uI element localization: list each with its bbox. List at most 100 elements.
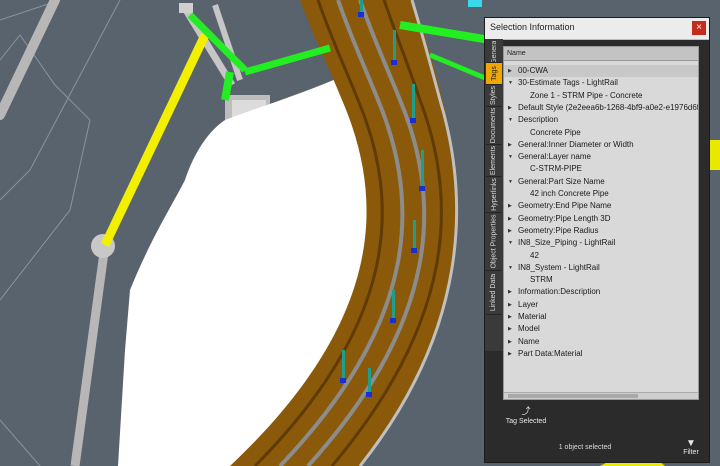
tree-row[interactable]: ▶ Material [504, 311, 698, 323]
vertical-tab-strip: General Tags Styles Documents Elements Hyperl… [485, 39, 503, 351]
tree-row-label: Geometry:Pipe Length 3D [518, 213, 611, 223]
tree-row[interactable]: ▶ General:Inner Diameter or Width [504, 139, 698, 151]
tree-row-label: General:Inner Diameter or Width [518, 139, 634, 149]
tree-row[interactable]: ▶ Geometry:Pipe Radius [504, 225, 698, 237]
tree-row[interactable]: ▶ Geometry:End Pipe Name [504, 200, 698, 212]
tab-label: Documents [490, 107, 498, 144]
chevron-right-icon[interactable]: ▶ [508, 102, 512, 114]
tab-documents[interactable]: Documents [486, 107, 502, 145]
chevron-down-icon[interactable]: ▼ [508, 77, 513, 89]
tree-row-label: General:Layer name [518, 152, 591, 162]
chevron-right-icon[interactable]: ▶ [508, 348, 512, 360]
panel-titlebar[interactable]: Selection Information × [485, 18, 709, 40]
tag-selected-button[interactable]: ⤴ Tag Selected [501, 406, 551, 425]
tree-row-label: Part Data:Material [518, 348, 583, 358]
chevron-right-icon[interactable]: ▶ [508, 323, 512, 335]
tree-row-label: IN8_Size_Piping - LightRail [518, 238, 616, 248]
tree-row-label: Name [518, 336, 540, 346]
tree-row-label: Geometry:Pipe Radius [518, 225, 599, 235]
tree-row[interactable]: STRM [504, 274, 698, 286]
tree-row[interactable]: ▼ Description [504, 114, 698, 126]
filter-button[interactable]: ▼ Filter [679, 438, 703, 456]
tab-label: General [490, 41, 498, 63]
tree-row[interactable]: ▶ Model [504, 323, 698, 335]
chevron-right-icon[interactable]: ▶ [508, 213, 512, 225]
tree-row[interactable]: Zone 1 - STRM Pipe - Concrete [504, 90, 698, 102]
tree-row[interactable]: ▶ Default Style (2e2eea6b-1268-4bf9-a0e2-… [504, 102, 698, 114]
tree-row-label: Information:Description [518, 287, 601, 297]
close-icon[interactable]: × [696, 22, 702, 33]
tab-label: Linked Data [490, 273, 498, 312]
chevron-right-icon[interactable]: ▶ [508, 286, 512, 298]
tree-row[interactable]: ▶ Layer [504, 299, 698, 311]
tree-row[interactable]: Concrete Pipe [504, 127, 698, 139]
close-button[interactable]: × [692, 21, 706, 35]
tab-elements[interactable]: Elements [486, 145, 502, 177]
tab-label: Object Properties [490, 214, 498, 269]
tree-row-label: Geometry:End Pipe Name [518, 201, 612, 211]
chevron-down-icon[interactable]: ▼ [508, 151, 513, 163]
tree-row-label: STRM [530, 275, 553, 285]
tree-row-label: Layer [518, 299, 539, 309]
tree-row[interactable]: ▼ General:Layer name [504, 151, 698, 163]
tree-row[interactable]: ▼ IN8_Size_Piping - LightRail [504, 237, 698, 249]
chevron-right-icon[interactable]: ▶ [508, 200, 512, 212]
tree-row-label: Model [518, 324, 540, 334]
tab-label: Hyperlinks [490, 178, 498, 211]
chevron-down-icon[interactable]: ▼ [508, 176, 513, 188]
tab-label: Styles [490, 85, 498, 106]
tree-row[interactable]: ▼ 30-Estimate Tags - LightRail [504, 77, 698, 89]
chevron-down-icon[interactable]: ▼ [508, 114, 513, 126]
tree-row-label: 42 inch Concrete Pipe [530, 189, 609, 198]
chevron-down-icon[interactable]: ▼ [508, 237, 513, 249]
chevron-right-icon[interactable]: ▶ [508, 65, 512, 77]
chevron-right-icon[interactable]: ▶ [508, 299, 512, 311]
tree-row[interactable]: ▶ Information:Description [504, 286, 698, 298]
tree-row-label: Default Style (2e2eea6b-1268-4bf9-a0e2-e… [518, 102, 699, 112]
tree-row-label: General:Part Size Name [518, 176, 605, 186]
tree-row[interactable]: 42 [504, 250, 698, 262]
tree-row-label: 00-CWA [518, 66, 548, 75]
tag-selected-icon: ⤴ [521, 406, 531, 416]
tree-row-label: Zone 1 - STRM Pipe - Concrete [530, 90, 643, 100]
column-header-name[interactable]: Name [504, 47, 698, 61]
tree-row[interactable]: ▼ IN8_System - LightRail [504, 262, 698, 274]
tab-linked-data[interactable]: Linked Data [486, 271, 502, 315]
tab-styles[interactable]: Styles [486, 85, 502, 107]
chevron-right-icon[interactable]: ▶ [508, 225, 512, 237]
tree-row-label: C-STRM-PIPE [530, 164, 582, 174]
tree-row-label: Description [518, 115, 559, 125]
tree-row[interactable]: ▶ Name [504, 336, 698, 348]
tag-selected-label: Tag Selected [505, 418, 547, 425]
tree-row[interactable]: ▼ General:Part Size Name [504, 176, 698, 188]
tree-row[interactable]: C-STRM-PIPE [504, 163, 698, 175]
tab-tags[interactable]: Tags [486, 63, 502, 85]
tree-row[interactable]: ▶ Geometry:Pipe Length 3D [504, 213, 698, 225]
tree-row-label: Material [518, 312, 547, 321]
cyan-object [468, 0, 482, 7]
horizontal-scrollbar[interactable] [504, 392, 698, 399]
chevron-right-icon[interactable]: ▶ [508, 139, 512, 151]
tab-object-properties[interactable]: Object Properties [486, 213, 502, 271]
chevron-right-icon[interactable]: ▶ [508, 336, 512, 348]
filter-icon: ▼ [686, 438, 696, 449]
filter-label: Filter [683, 449, 699, 456]
tab-label: Tags [490, 66, 498, 81]
panel-title: Selection Information [490, 22, 575, 32]
tab-general[interactable]: General [486, 41, 502, 63]
tree-row[interactable]: 42 inch Concrete Pipe [504, 188, 698, 200]
tab-hyperlinks[interactable]: Hyperlinks [486, 177, 502, 213]
scrollbar-thumb[interactable] [508, 394, 638, 398]
status-text: 1 object selected [558, 444, 612, 451]
tree-row-label: Concrete Pipe [530, 127, 581, 137]
tag-tree[interactable]: Name ▶ 00-CWA ▼ 30-Estimate Tags - LightRai… [503, 46, 699, 400]
selection-information-panel: Selection Information × General Tags Style… [484, 17, 710, 463]
chevron-down-icon[interactable]: ▼ [508, 262, 513, 274]
yellow-fragment [710, 140, 720, 170]
tab-label: Elements [490, 145, 498, 176]
tree-row[interactable]: ▶ Part Data:Material [504, 348, 698, 360]
tree-row-label: 30-Estimate Tags - LightRail [518, 78, 618, 88]
chevron-right-icon[interactable]: ▶ [508, 311, 512, 323]
tree-row-label: IN8_System - LightRail [518, 262, 600, 272]
tree-row[interactable]: ▶ 00-CWA [504, 65, 698, 77]
